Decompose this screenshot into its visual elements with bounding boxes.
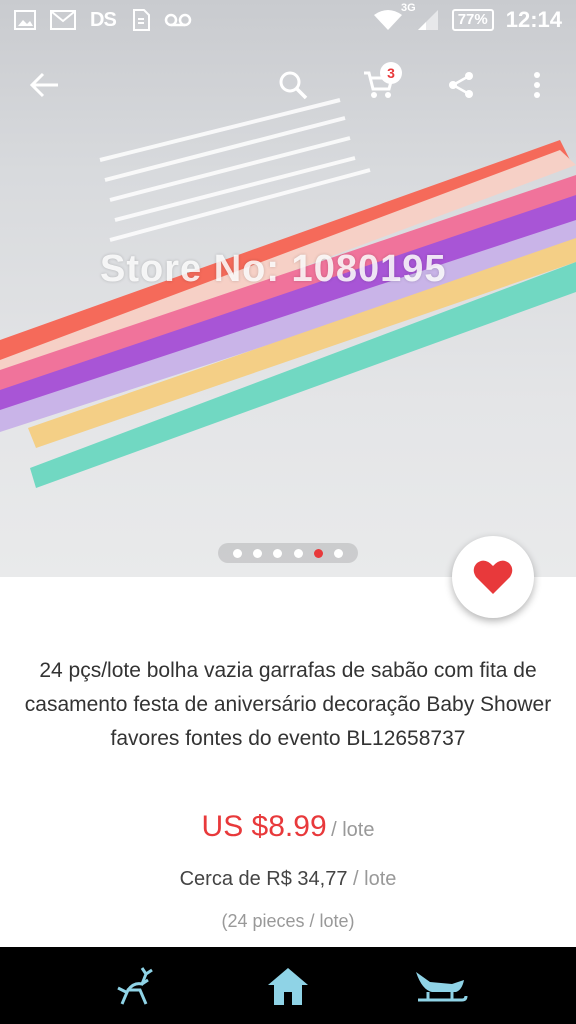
ds-icon: DS: [90, 8, 117, 31]
status-bar: DS 3G 77% 12:14: [0, 0, 576, 40]
more-options-button[interactable]: [514, 62, 560, 108]
pager-dot[interactable]: [293, 548, 303, 558]
product-price: US $8.99: [201, 810, 327, 843]
cart-count-badge: 3: [380, 62, 402, 84]
share-icon: [449, 72, 473, 98]
house-icon: [268, 967, 308, 1005]
pager-dot-active[interactable]: [313, 548, 323, 558]
approx-unit: / lote: [353, 868, 397, 890]
image-pager[interactable]: [218, 543, 358, 563]
store-watermark: Store No: 1080195: [100, 248, 447, 290]
wishlist-button[interactable]: [452, 536, 534, 618]
cart-button[interactable]: 3: [356, 62, 402, 108]
product-title: 24 pçs/lote bolha vazia garrafas de sabã…: [24, 659, 552, 750]
heart-icon: [473, 560, 513, 594]
search-icon: [279, 71, 308, 100]
reindeer-icon: [117, 966, 153, 1005]
price-unit: / lote: [331, 819, 375, 841]
sleigh-icon: [416, 971, 468, 1001]
search-button[interactable]: [270, 62, 316, 108]
arrow-left-icon: [30, 72, 58, 98]
pager-dot[interactable]: [253, 548, 263, 558]
network-type: 3G: [401, 2, 416, 14]
pager-dot[interactable]: [333, 548, 343, 558]
product-image[interactable]: DS 3G 77% 12:14 3 Store No: 1080195: [0, 0, 576, 577]
pager-dot[interactable]: [233, 548, 243, 558]
back-button[interactable]: [22, 62, 68, 108]
bottom-nav: [0, 947, 576, 1024]
pieces-per-lot: (24 pieces / lote): [221, 911, 355, 931]
approx-price-row: Cerca de R$ 34,77 / lote: [0, 868, 576, 891]
nav-sleigh-button[interactable]: [400, 956, 480, 1016]
signal-icon: [416, 9, 440, 31]
wifi-icon: 3G: [372, 2, 416, 32]
share-button[interactable]: [438, 62, 484, 108]
gmail-icon: [50, 10, 76, 30]
nav-reindeer-button[interactable]: [96, 956, 176, 1016]
sim-icon: [130, 9, 150, 31]
approx-price: Cerca de R$ 34,77: [179, 868, 348, 890]
pager-dot[interactable]: [273, 548, 283, 558]
more-vertical-icon: [534, 72, 540, 98]
price-row: US $8.99 / lote: [0, 810, 576, 844]
voicemail-icon: [164, 12, 192, 28]
battery-indicator: 77%: [451, 9, 494, 31]
app-bar: 3: [0, 50, 576, 120]
image-icon: [14, 10, 36, 30]
clock: 12:14: [505, 7, 562, 32]
nav-home-button[interactable]: [248, 956, 328, 1016]
